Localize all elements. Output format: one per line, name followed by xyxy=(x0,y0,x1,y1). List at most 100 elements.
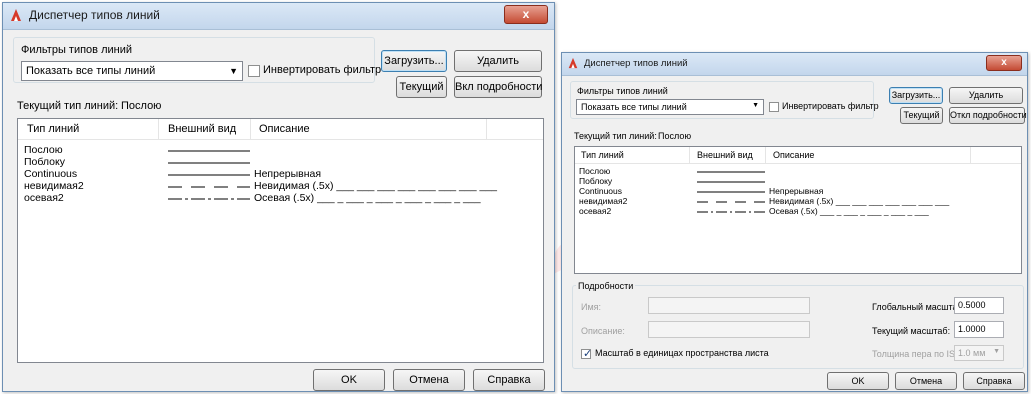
table-row[interactable]: Поблоку xyxy=(575,177,1021,186)
table-row[interactable]: Послою xyxy=(575,167,1021,176)
table-row[interactable]: Послою xyxy=(18,145,543,156)
linetype-sample xyxy=(168,174,250,176)
linetype-name: Поблоку xyxy=(579,176,613,186)
column-header-description[interactable]: Описание xyxy=(773,150,814,160)
pen-width-value: 1.0 мм xyxy=(958,348,986,358)
filter-dropdown[interactable]: Показать все типы линий ▼ xyxy=(576,99,764,115)
details-button[interactable]: Вкл подробности xyxy=(454,76,542,98)
window-title: Диспетчер типов линий xyxy=(584,58,688,69)
app-icon xyxy=(568,57,578,69)
cancel-button[interactable]: Отмена xyxy=(393,369,465,391)
linetype-manager-window-details: Диспетчер типов линий x Фильтры типов ли… xyxy=(561,52,1028,392)
chevron-down-icon: ▼ xyxy=(752,102,759,109)
help-button-label: Справка xyxy=(976,376,1012,386)
linetype-description: Невидимая (.5x) ___ ___ ___ ___ ___ ___ … xyxy=(769,196,950,206)
load-button[interactable]: Загрузить... xyxy=(381,50,447,72)
close-button[interactable]: x xyxy=(504,5,548,24)
linetype-description: Непрерывная xyxy=(769,186,824,196)
window-title: Диспетчер типов линий xyxy=(29,8,160,22)
table-row[interactable]: Поблоку xyxy=(18,157,543,168)
current-linetype-label: Текущий тип линий: xyxy=(574,131,657,141)
details-button[interactable]: Откл подробности xyxy=(949,107,1027,124)
paper-space-label: Масштаб в единицах пространства листа xyxy=(595,348,769,358)
column-header-appearance[interactable]: Внешний вид xyxy=(697,150,753,160)
current-linetype-label: Текущий тип линий: xyxy=(17,100,119,112)
current-scale-field[interactable]: 1.0000 xyxy=(954,321,1004,338)
global-scale-label: Глобальный масштаб: xyxy=(872,302,966,312)
linetype-manager-window: Диспетчер типов линий x Фильтры типов ли… xyxy=(2,2,555,392)
load-button[interactable]: Загрузить... xyxy=(889,87,943,104)
column-separator xyxy=(486,119,487,139)
help-button[interactable]: Справка xyxy=(473,369,545,391)
app-icon xyxy=(11,9,21,21)
linetype-description: Осевая (.5x) ___ _ ___ _ ___ _ ___ _ ___ xyxy=(769,206,929,216)
pen-width-label: Толщина пера по ISO xyxy=(872,349,963,359)
delete-button[interactable]: Удалить xyxy=(949,87,1023,104)
filter-dropdown[interactable]: Показать все типы линий ▼ xyxy=(21,61,243,81)
table-row[interactable]: невидимая2 Невидимая (.5x) ___ ___ ___ _… xyxy=(575,197,1021,206)
delete-button[interactable]: Удалить xyxy=(454,50,542,72)
linetype-name: Continuous xyxy=(579,186,623,196)
linetype-name: осевая2 xyxy=(579,206,612,216)
current-linetype-value: Послою xyxy=(121,100,162,112)
global-scale-field[interactable]: 0.5000 xyxy=(954,297,1004,314)
name-label: Имя: xyxy=(581,302,602,312)
description-label: Описание: xyxy=(581,326,625,336)
details-group-label: Подробности xyxy=(576,281,636,291)
linetype-sample xyxy=(168,162,250,164)
ok-button[interactable]: OK xyxy=(827,372,889,390)
linetype-list[interactable]: Тип линий Внешний вид Описание Послою По… xyxy=(17,118,544,363)
ok-button[interactable]: OK xyxy=(313,369,385,391)
table-row[interactable]: осевая2 Осевая (.5x) ___ _ ___ _ ___ _ _… xyxy=(575,207,1021,216)
table-row[interactable]: невидимая2 Невидимая (.5x) ___ ___ ___ _… xyxy=(18,181,543,192)
linetype-name: Послою xyxy=(579,166,611,176)
table-row[interactable]: осевая2 Осевая (.5x) ___ _ ___ _ ___ _ _… xyxy=(18,193,543,204)
linetype-name: невидимая2 xyxy=(24,180,84,192)
column-separator xyxy=(158,119,159,139)
invert-filter-checkbox[interactable] xyxy=(769,102,779,112)
help-button-label: Справка xyxy=(487,374,531,386)
filters-label: Фильтры типов линий xyxy=(577,86,668,96)
global-scale-value: 0.5000 xyxy=(958,300,986,310)
linetype-name: Послою xyxy=(24,144,63,156)
chevron-down-icon: ▼ xyxy=(993,348,1000,355)
table-row[interactable]: Continuous Непрерывная xyxy=(18,169,543,180)
linetype-name: невидимая2 xyxy=(579,196,628,206)
invert-filter-label: Инвертировать фильтр xyxy=(782,101,879,111)
linetype-list[interactable]: Тип линий Внешний вид Описание Послою По… xyxy=(574,146,1022,274)
description-field[interactable] xyxy=(648,321,810,338)
linetype-sample xyxy=(697,211,765,213)
list-header: Тип линий Внешний вид Описание xyxy=(575,147,1021,164)
current-button[interactable]: Текущий xyxy=(396,76,447,98)
column-separator xyxy=(970,147,971,163)
current-button[interactable]: Текущий xyxy=(900,107,943,124)
help-button[interactable]: Справка xyxy=(963,372,1025,390)
close-button[interactable]: x xyxy=(986,55,1022,71)
column-header-name[interactable]: Тип линий xyxy=(581,150,624,160)
paper-space-checkbox[interactable] xyxy=(581,347,592,360)
linetype-name: Поблоку xyxy=(24,156,65,168)
linetype-sample xyxy=(168,150,250,152)
pen-width-dropdown[interactable]: 1.0 мм ▼ xyxy=(954,345,1004,361)
name-field[interactable] xyxy=(648,297,810,314)
linetype-description: Осевая (.5x) ___ _ ___ _ ___ _ ___ _ ___… xyxy=(254,192,481,204)
table-row[interactable]: Continuous Непрерывная xyxy=(575,187,1021,196)
title-bar: Диспетчер типов линий x xyxy=(3,3,554,30)
invert-filter-label: Инвертировать фильтр xyxy=(263,64,382,76)
column-header-appearance[interactable]: Внешний вид xyxy=(168,123,236,135)
cancel-button[interactable]: Отмена xyxy=(895,372,957,390)
linetype-name: Continuous xyxy=(24,168,78,180)
title-bar: Диспетчер типов линий x xyxy=(562,53,1027,76)
column-header-name[interactable]: Тип линий xyxy=(27,123,79,135)
linetype-sample xyxy=(168,186,250,188)
linetype-name: осевая2 xyxy=(24,192,64,204)
close-icon: x xyxy=(1001,57,1007,68)
linetype-sample xyxy=(168,198,250,200)
column-separator xyxy=(689,147,690,163)
column-header-description[interactable]: Описание xyxy=(259,123,310,135)
linetype-sample xyxy=(697,191,765,193)
linetype-sample xyxy=(697,201,765,203)
invert-filter-checkbox[interactable] xyxy=(248,65,260,77)
column-separator xyxy=(765,147,766,163)
linetype-sample xyxy=(697,181,765,183)
